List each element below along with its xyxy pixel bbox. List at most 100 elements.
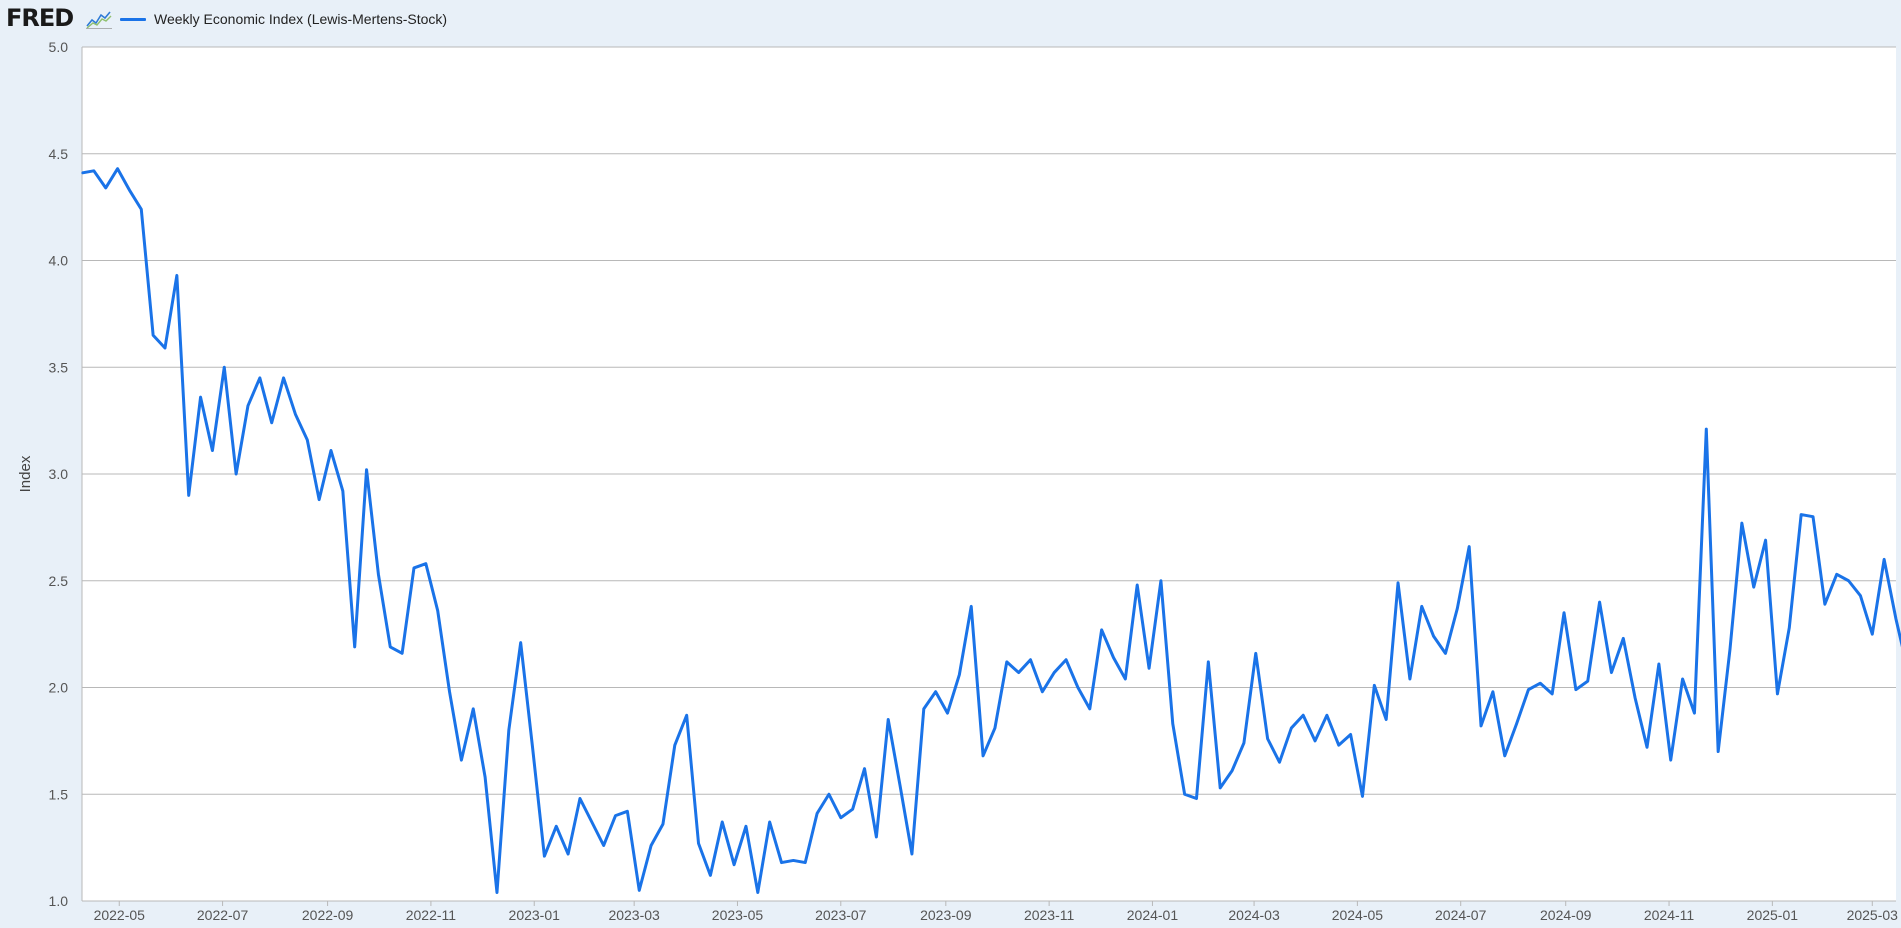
data-point bbox=[1717, 750, 1719, 753]
data-point bbox=[1658, 663, 1660, 665]
x-tick-label: 2023-03 bbox=[608, 907, 660, 923]
data-point bbox=[330, 449, 332, 452]
data-point bbox=[1124, 678, 1127, 680]
y-tick-label: 4.5 bbox=[49, 146, 69, 162]
data-point bbox=[306, 439, 309, 441]
data-point bbox=[757, 891, 759, 894]
data-point bbox=[1610, 671, 1613, 674]
data-point bbox=[1515, 722, 1518, 725]
data-point bbox=[1361, 795, 1364, 798]
data-point bbox=[1539, 682, 1542, 685]
data-point bbox=[1847, 579, 1850, 582]
data-point bbox=[1456, 607, 1459, 610]
data-point bbox=[1183, 793, 1186, 796]
data-point bbox=[1029, 658, 1032, 661]
data-point bbox=[911, 853, 913, 855]
data-point bbox=[946, 712, 949, 714]
data-point bbox=[1824, 603, 1826, 606]
data-point bbox=[270, 421, 273, 424]
data-point bbox=[1835, 573, 1838, 576]
x-tick-label: 2023-05 bbox=[712, 907, 764, 923]
data-point bbox=[709, 874, 712, 877]
data-point bbox=[235, 473, 237, 475]
data-point bbox=[1764, 539, 1767, 541]
data-point bbox=[994, 727, 996, 729]
data-point bbox=[1112, 656, 1115, 659]
data-point bbox=[1243, 742, 1245, 744]
data-point bbox=[1444, 652, 1447, 655]
data-point bbox=[626, 810, 629, 813]
data-point bbox=[1337, 744, 1340, 746]
data-point bbox=[1634, 697, 1636, 699]
data-point bbox=[602, 844, 605, 847]
data-point bbox=[721, 821, 724, 823]
data-point bbox=[579, 797, 581, 800]
x-tick-label: 2023-11 bbox=[1024, 907, 1075, 923]
data-point bbox=[1160, 579, 1162, 582]
data-point bbox=[887, 718, 890, 721]
data-point bbox=[1503, 755, 1506, 757]
data-point bbox=[1148, 667, 1150, 670]
data-point bbox=[342, 490, 344, 492]
data-point bbox=[496, 891, 498, 894]
data-point bbox=[425, 562, 427, 565]
data-point bbox=[804, 861, 807, 864]
data-point bbox=[1219, 787, 1221, 789]
x-tick-label: 2023-07 bbox=[815, 907, 867, 923]
y-axis-title: Index bbox=[17, 455, 34, 492]
data-point bbox=[1017, 671, 1020, 674]
data-point bbox=[401, 652, 403, 655]
y-axis-ticks: 5.0 4.5 4.0 3.5 3.0 2.5 2.0 1.5 1.0 bbox=[49, 39, 69, 909]
data-point bbox=[1551, 693, 1553, 695]
x-tick-label: 2022-07 bbox=[197, 907, 249, 923]
data-point bbox=[567, 853, 569, 855]
data-point bbox=[638, 889, 641, 892]
data-point bbox=[1077, 686, 1079, 689]
data-point bbox=[1409, 678, 1411, 680]
data-point bbox=[152, 334, 154, 337]
data-point bbox=[448, 690, 451, 693]
data-point bbox=[282, 377, 285, 379]
data-point bbox=[1432, 635, 1435, 638]
data-point bbox=[792, 859, 795, 862]
data-point bbox=[1171, 722, 1174, 725]
data-point bbox=[733, 863, 735, 866]
data-point bbox=[353, 646, 356, 648]
data-point bbox=[899, 784, 901, 787]
data-point bbox=[685, 714, 688, 717]
data-point bbox=[982, 755, 984, 757]
data-point bbox=[531, 746, 534, 749]
data-point bbox=[472, 708, 475, 710]
data-point bbox=[187, 494, 190, 497]
data-point bbox=[1800, 513, 1802, 516]
data-point bbox=[1563, 611, 1565, 614]
x-tick-label: 2022-11 bbox=[406, 907, 457, 923]
data-point bbox=[1373, 684, 1376, 687]
x-tick-label: 2024-11 bbox=[1644, 907, 1695, 923]
data-point bbox=[768, 821, 771, 823]
data-point bbox=[1598, 601, 1601, 603]
data-point bbox=[377, 573, 380, 576]
data-point bbox=[223, 366, 226, 369]
data-point bbox=[1669, 759, 1672, 761]
data-point bbox=[1005, 661, 1008, 663]
data-point bbox=[1088, 708, 1091, 710]
data-point bbox=[1883, 558, 1885, 561]
x-tick-label: 2024-01 bbox=[1127, 907, 1179, 923]
data-point bbox=[840, 816, 842, 819]
data-point bbox=[1480, 725, 1482, 727]
data-point bbox=[1278, 761, 1281, 764]
data-point bbox=[318, 498, 320, 501]
data-point bbox=[662, 823, 664, 825]
data-point bbox=[104, 187, 107, 189]
data-point bbox=[294, 413, 297, 416]
data-point bbox=[389, 646, 392, 648]
y-tick-label: 2.5 bbox=[49, 573, 69, 589]
data-point bbox=[1397, 582, 1399, 584]
data-point bbox=[1812, 515, 1814, 518]
data-point bbox=[863, 767, 866, 770]
data-point bbox=[1729, 648, 1731, 650]
data-point bbox=[1527, 688, 1530, 691]
data-point bbox=[1895, 618, 1897, 620]
x-tick-label: 2025-03 bbox=[1847, 907, 1899, 923]
